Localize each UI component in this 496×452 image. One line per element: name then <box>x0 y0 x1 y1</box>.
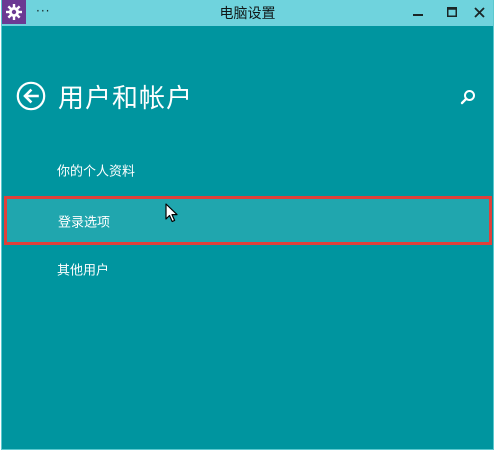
title-bar[interactable]: ··· 电脑设置 <box>2 0 493 26</box>
nav-item-other-users[interactable]: 其他用户 <box>2 246 493 292</box>
nav-item-label: 登录选项 <box>58 215 111 230</box>
maximize-button[interactable] <box>438 0 466 24</box>
nav-item-label: 你的个人资料 <box>57 164 136 180</box>
back-arrow-circle-icon <box>16 81 46 111</box>
close-icon <box>473 6 485 18</box>
page-title: 用户和帐户 <box>58 83 194 114</box>
search-button[interactable] <box>457 86 479 108</box>
mouse-pointer-icon <box>165 203 178 223</box>
nav-item-sign-in-options[interactable]: 登录选项 <box>4 196 492 245</box>
back-button[interactable] <box>16 81 46 111</box>
settings-window: ··· 电脑设置 用户和帐户 你的个人资料 登录选项 其他用户 <box>1 0 494 450</box>
minimize-icon <box>413 14 423 16</box>
nav-item-profile[interactable]: 你的个人资料 <box>2 147 493 193</box>
search-icon <box>460 90 475 105</box>
maximize-icon <box>447 7 457 17</box>
nav-item-label: 其他用户 <box>57 263 110 279</box>
page-header: 用户和帐户 <box>16 78 193 114</box>
close-button[interactable] <box>465 0 493 24</box>
minimize-button[interactable] <box>404 0 432 24</box>
